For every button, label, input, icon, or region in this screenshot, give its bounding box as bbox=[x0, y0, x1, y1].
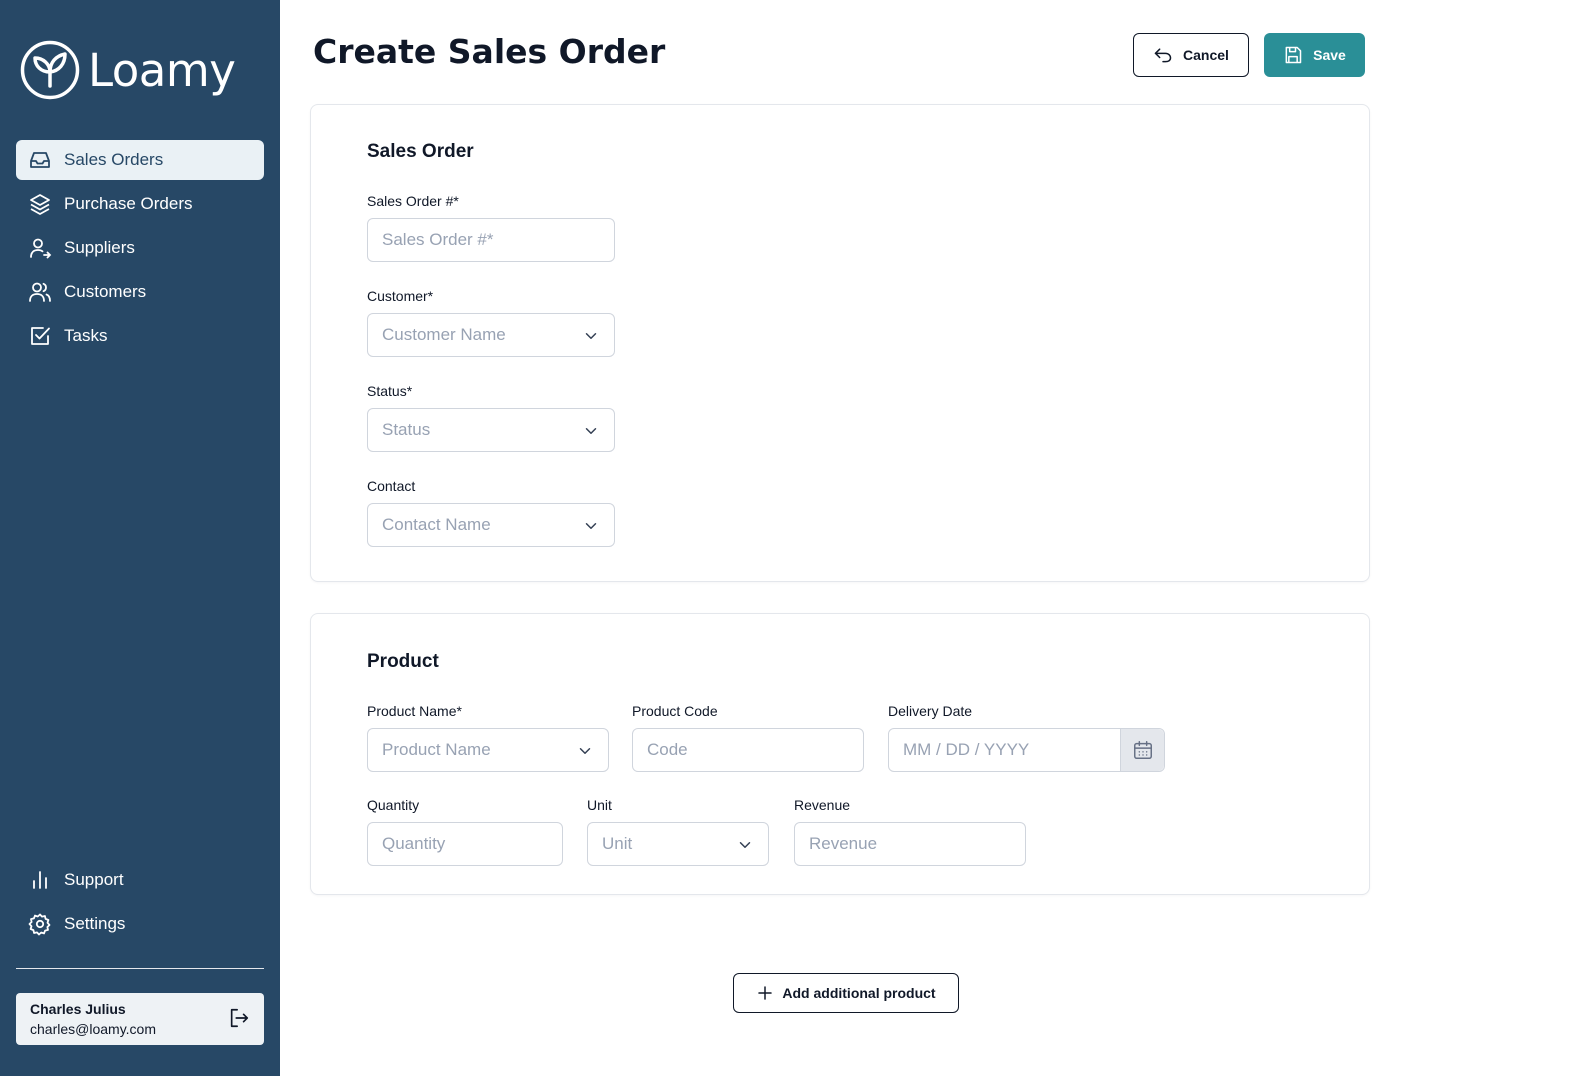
check-square-icon bbox=[28, 324, 52, 348]
sidebar-item-label: Suppliers bbox=[64, 238, 135, 257]
chevron-down-icon bbox=[585, 523, 597, 529]
status-select[interactable]: Status bbox=[367, 408, 615, 452]
sidebar-item-customers[interactable]: Customers bbox=[16, 272, 264, 312]
sidebar-item-label: Customers bbox=[64, 282, 147, 301]
plus-icon bbox=[758, 986, 773, 1000]
sidebar-item-tasks[interactable]: Tasks bbox=[16, 316, 264, 356]
product-name-select[interactable]: Product Name bbox=[367, 728, 609, 772]
contact-placeholder: Contact Name bbox=[382, 515, 491, 534]
logout-icon[interactable] bbox=[228, 1007, 250, 1029]
secondary-nav: Support Settings bbox=[16, 860, 264, 948]
sidebar-item-support[interactable]: Support bbox=[16, 860, 264, 900]
quantity-input[interactable]: Quantity bbox=[367, 822, 563, 866]
contact-select[interactable]: Contact Name bbox=[367, 503, 615, 547]
unit-label: Unit bbox=[587, 797, 612, 813]
layers-icon bbox=[28, 192, 52, 216]
revenue-label: Revenue bbox=[794, 797, 851, 813]
product-code-input[interactable]: Code bbox=[632, 728, 864, 772]
leaf-logo-icon bbox=[20, 40, 80, 100]
add-additional-product-button[interactable]: Add additional product bbox=[733, 973, 959, 1013]
contact-label: Contact bbox=[367, 478, 416, 494]
sidebar-item-label: Purchase Orders bbox=[64, 194, 193, 213]
customer-field: Customer* Customer Name bbox=[367, 288, 615, 357]
product-code-placeholder: Code bbox=[647, 740, 688, 759]
quantity-field: Quantity Quantity bbox=[367, 797, 563, 866]
sidebar-item-label: Tasks bbox=[64, 326, 108, 345]
user-name: Charles Julius bbox=[30, 1001, 126, 1017]
status-label: Status* bbox=[367, 383, 413, 399]
user-arrow-icon bbox=[28, 236, 52, 260]
chevron-down-icon bbox=[579, 748, 591, 754]
revenue-input[interactable]: Revenue bbox=[794, 822, 1026, 866]
sidebar-item-label: Sales Orders bbox=[64, 150, 164, 169]
product-name-label: Product Name* bbox=[367, 703, 462, 719]
sales-order-number-label: Sales Order #* bbox=[367, 193, 459, 209]
revenue-field: Revenue Revenue bbox=[794, 797, 1026, 866]
users-icon bbox=[28, 280, 52, 304]
product-code-label: Product Code bbox=[632, 703, 718, 719]
customer-placeholder: Customer Name bbox=[382, 325, 506, 344]
sidebar-divider bbox=[16, 968, 264, 969]
sidebar-item-label: Support bbox=[64, 870, 124, 889]
unit-placeholder: Unit bbox=[602, 834, 633, 853]
delivery-date-field: Delivery Date MM / DD / YYYY bbox=[888, 703, 1165, 772]
chevron-down-icon bbox=[585, 428, 597, 434]
quantity-label: Quantity bbox=[367, 797, 420, 813]
chevron-down-icon bbox=[585, 333, 597, 339]
logo-text: Loamy bbox=[88, 43, 236, 97]
product-card: Product Product Name* Product Name Produ… bbox=[310, 613, 1370, 895]
undo-arrow-icon bbox=[1154, 48, 1172, 63]
save-button[interactable]: Save bbox=[1264, 33, 1365, 77]
bar-chart-icon bbox=[28, 868, 52, 892]
sales-order-section-title: Sales Order bbox=[367, 141, 474, 162]
delivery-date-placeholder: MM / DD / YYYY bbox=[903, 740, 1030, 759]
page-title: Create Sales Order bbox=[313, 32, 666, 71]
sales-order-card: Sales Order Sales Order #* Sales Order #… bbox=[310, 104, 1370, 582]
product-name-field: Product Name* Product Name bbox=[367, 703, 609, 772]
product-name-placeholder: Product Name bbox=[382, 740, 491, 759]
sidebar-item-purchase-orders[interactable]: Purchase Orders bbox=[16, 184, 264, 224]
product-code-field: Product Code Code bbox=[632, 703, 864, 772]
product-section-title: Product bbox=[367, 651, 439, 672]
customer-select[interactable]: Customer Name bbox=[367, 313, 615, 357]
sales-order-number-field: Sales Order #* Sales Order #* bbox=[367, 193, 615, 262]
add-additional-product-label: Add additional product bbox=[782, 985, 936, 1001]
status-placeholder: Status bbox=[382, 420, 431, 439]
sidebar-item-label: Settings bbox=[64, 914, 126, 933]
revenue-placeholder: Revenue bbox=[809, 834, 878, 853]
floppy-disk-icon bbox=[1285, 46, 1302, 64]
sidebar-item-settings[interactable]: Settings bbox=[16, 904, 264, 944]
logo[interactable]: Loamy bbox=[20, 40, 236, 100]
quantity-placeholder: Quantity bbox=[382, 834, 446, 853]
inbox-icon bbox=[28, 148, 52, 172]
sidebar-item-sales-orders[interactable]: Sales Orders bbox=[16, 140, 264, 180]
unit-field: Unit Unit bbox=[587, 797, 769, 866]
delivery-date-input[interactable]: MM / DD / YYYY bbox=[888, 728, 1165, 772]
sales-order-number-input[interactable]: Sales Order #* bbox=[367, 218, 615, 262]
gear-icon bbox=[28, 912, 52, 936]
status-field: Status* Status bbox=[367, 383, 615, 452]
sidebar-item-suppliers[interactable]: Suppliers bbox=[16, 228, 264, 268]
sales-order-number-placeholder: Sales Order #* bbox=[382, 230, 494, 249]
customer-label: Customer* bbox=[367, 288, 434, 304]
user-email: charles@loamy.com bbox=[30, 1021, 156, 1037]
sidebar: Loamy Sales Orders Purchase Orders Suppl… bbox=[0, 0, 280, 1076]
main-nav: Sales Orders Purchase Orders Suppliers C… bbox=[16, 140, 264, 360]
delivery-date-label: Delivery Date bbox=[888, 703, 973, 719]
contact-field: Contact Contact Name bbox=[367, 478, 615, 547]
user-card: Charles Julius charles@loamy.com bbox=[16, 993, 264, 1045]
cancel-button[interactable]: Cancel bbox=[1133, 33, 1249, 77]
unit-select[interactable]: Unit bbox=[587, 822, 769, 866]
calendar-icon bbox=[1133, 741, 1152, 759]
chevron-down-icon bbox=[739, 842, 751, 848]
save-label: Save bbox=[1313, 47, 1346, 63]
cancel-label: Cancel bbox=[1183, 47, 1229, 63]
calendar-button[interactable] bbox=[1120, 729, 1164, 771]
